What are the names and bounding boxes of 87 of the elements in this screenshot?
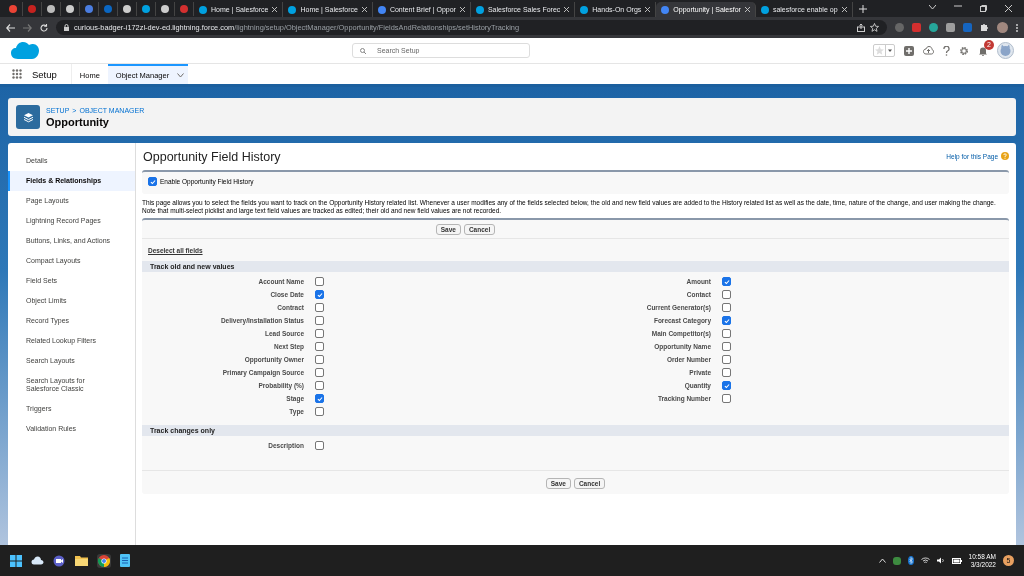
checkbox[interactable] bbox=[315, 407, 324, 416]
app-name: Setup bbox=[32, 68, 57, 80]
favicon-icon bbox=[142, 4, 150, 13]
checkbox[interactable] bbox=[315, 368, 324, 377]
help-icon[interactable] bbox=[943, 45, 950, 56]
windows-logo-icon[interactable] bbox=[10, 554, 22, 567]
object-title: Opportunity bbox=[46, 115, 110, 128]
checkbox[interactable] bbox=[315, 342, 324, 351]
close-icon[interactable] bbox=[272, 7, 278, 12]
tray-app-icon[interactable] bbox=[892, 556, 901, 565]
plus-icon[interactable] bbox=[904, 45, 914, 56]
checkbox[interactable] bbox=[315, 355, 324, 364]
favicon-icon bbox=[760, 5, 769, 14]
star-icon[interactable] bbox=[870, 23, 879, 32]
checkbox[interactable] bbox=[315, 381, 324, 390]
folder-icon[interactable] bbox=[75, 555, 88, 566]
checkbox[interactable] bbox=[722, 290, 731, 299]
close-icon[interactable] bbox=[459, 7, 465, 12]
reload-icon[interactable] bbox=[40, 23, 48, 32]
checkbox[interactable] bbox=[315, 329, 324, 338]
favicon-icon bbox=[661, 5, 670, 14]
checkbox[interactable] bbox=[722, 368, 731, 377]
page-title: Opportunity Field History bbox=[143, 149, 281, 165]
favicon-icon bbox=[288, 5, 297, 14]
cloud-logo[interactable] bbox=[10, 40, 40, 61]
caret-icon bbox=[885, 45, 894, 56]
favicon-icon bbox=[104, 4, 112, 13]
favicon-icon bbox=[123, 4, 131, 13]
checkbox[interactable] bbox=[315, 290, 324, 299]
favicon-icon bbox=[47, 4, 55, 13]
notifications-bell-icon[interactable] bbox=[978, 45, 988, 56]
wifi-icon[interactable] bbox=[920, 557, 930, 564]
favicon-icon bbox=[85, 4, 93, 13]
checkbox[interactable] bbox=[722, 381, 731, 390]
app-launcher-icon[interactable] bbox=[12, 69, 22, 79]
checkbox[interactable] bbox=[315, 277, 324, 286]
checkbox[interactable] bbox=[722, 316, 731, 325]
close-icon[interactable] bbox=[361, 7, 367, 12]
settings-icon[interactable] bbox=[959, 45, 969, 56]
search-icon bbox=[360, 48, 366, 54]
taskbar-app-button[interactable] bbox=[97, 553, 111, 568]
favicon-icon bbox=[66, 4, 74, 13]
checkbox[interactable] bbox=[722, 277, 731, 286]
checkbox[interactable] bbox=[315, 394, 324, 403]
close-icon[interactable] bbox=[1005, 5, 1012, 12]
bluetooth-icon[interactable] bbox=[907, 556, 914, 565]
close-icon[interactable] bbox=[744, 7, 750, 12]
new-tab-icon[interactable] bbox=[858, 4, 867, 13]
chevron-down-icon[interactable] bbox=[929, 5, 936, 10]
favicon-icon bbox=[180, 4, 188, 13]
back-icon[interactable] bbox=[6, 23, 15, 32]
checkbox[interactable] bbox=[148, 177, 157, 186]
user-avatar[interactable] bbox=[997, 42, 1014, 59]
favicon-icon bbox=[9, 4, 17, 13]
chevron-down-icon bbox=[177, 72, 185, 78]
favicon-icon bbox=[161, 4, 169, 13]
checkbox[interactable] bbox=[722, 329, 731, 338]
favicon-icon bbox=[580, 5, 589, 14]
layers-icon bbox=[16, 105, 40, 129]
favicon-icon bbox=[377, 5, 386, 14]
close-icon[interactable] bbox=[564, 7, 570, 12]
video-call-icon[interactable] bbox=[53, 554, 66, 567]
favicon-icon bbox=[199, 5, 207, 14]
checkbox[interactable] bbox=[315, 316, 324, 325]
lock-icon bbox=[64, 24, 69, 31]
checkbox[interactable] bbox=[315, 441, 324, 450]
puzzle-icon[interactable] bbox=[980, 23, 989, 32]
checkbox[interactable] bbox=[722, 355, 731, 364]
notepad-icon[interactable] bbox=[120, 554, 130, 567]
close-icon[interactable] bbox=[645, 7, 651, 12]
help-icon bbox=[1001, 152, 1009, 160]
profile-avatar[interactable] bbox=[997, 22, 1008, 33]
share-icon[interactable] bbox=[857, 23, 865, 32]
checkbox[interactable] bbox=[722, 342, 731, 351]
favicon-icon bbox=[28, 4, 36, 13]
chevron-up-icon[interactable] bbox=[878, 558, 886, 563]
checkbox[interactable] bbox=[722, 394, 731, 403]
restore-icon[interactable] bbox=[980, 5, 987, 12]
battery-icon[interactable] bbox=[951, 557, 962, 564]
close-icon[interactable] bbox=[841, 7, 847, 12]
speaker-icon[interactable] bbox=[936, 557, 945, 564]
star-icon bbox=[874, 45, 885, 56]
checkbox[interactable] bbox=[315, 303, 324, 312]
favicon-icon bbox=[475, 5, 484, 14]
forward-icon[interactable] bbox=[23, 23, 32, 32]
checkbox[interactable] bbox=[722, 303, 731, 312]
browser-icon bbox=[98, 554, 110, 567]
